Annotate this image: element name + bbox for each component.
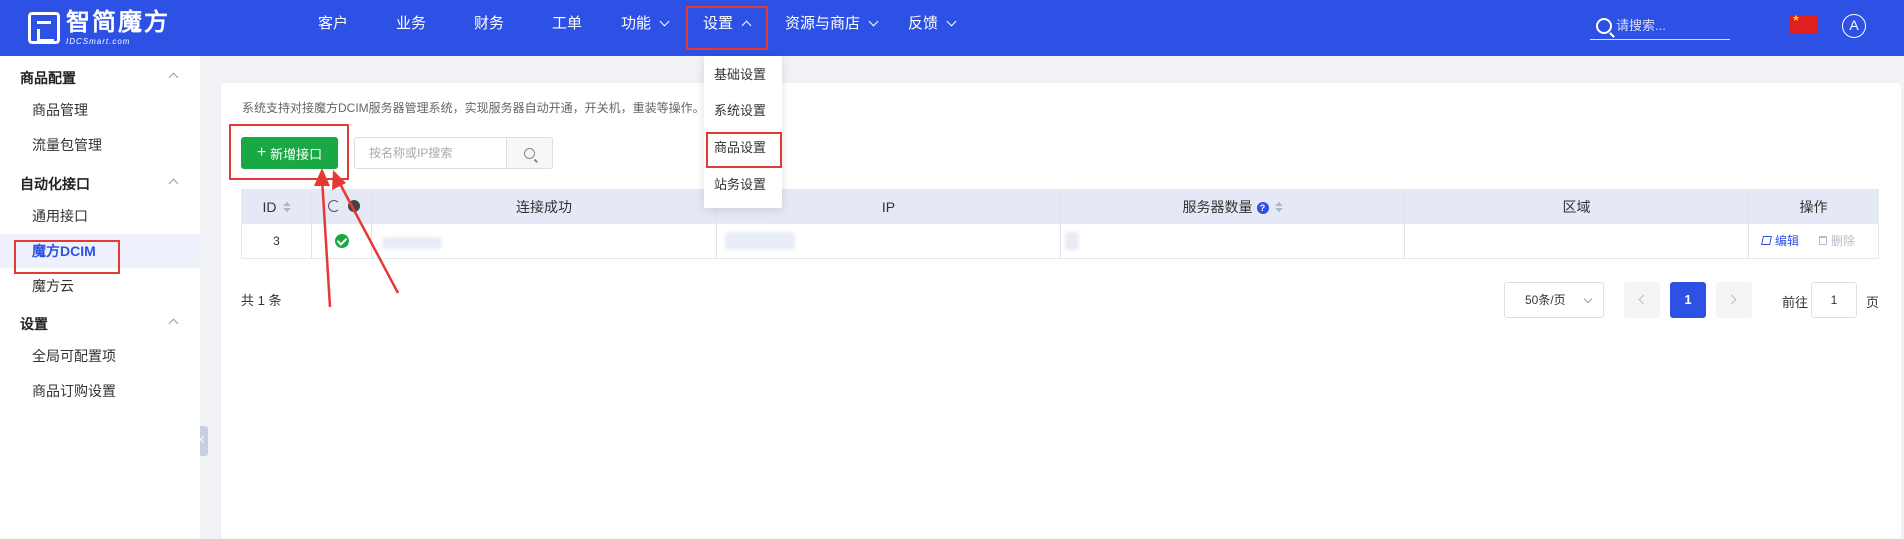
nav-feedback[interactable]: 反馈 — [908, 0, 957, 48]
edit-icon — [1761, 236, 1772, 245]
menu-item-system-settings[interactable]: 系统设置 — [704, 94, 782, 128]
sidebar-item-general-interface[interactable]: 通用接口 — [0, 199, 200, 233]
row-server-count — [1061, 224, 1405, 258]
sidebar-item-global-config[interactable]: 全局可配置项 — [0, 339, 200, 373]
row-ip — [717, 224, 1061, 258]
language-flag-icon[interactable] — [1790, 13, 1818, 34]
search-button[interactable] — [506, 137, 553, 169]
logo-icon — [28, 12, 60, 44]
table-row[interactable]: 3 编辑 删除 — [242, 224, 1878, 258]
column-header-tools — [312, 190, 372, 224]
nav-finance[interactable]: 财务 — [474, 0, 504, 48]
chevron-up-icon — [741, 20, 752, 31]
redacted-value — [1065, 232, 1079, 250]
chevron-down-icon — [659, 16, 670, 27]
refresh-icon[interactable] — [328, 200, 340, 212]
sort-icon[interactable] — [1274, 202, 1283, 214]
trash-icon — [1819, 236, 1827, 245]
delete-button[interactable]: 删除 — [1819, 224, 1855, 258]
chevron-left-icon — [1638, 294, 1649, 305]
row-id: 3 — [242, 224, 312, 258]
column-header-connected: 连接成功 — [372, 190, 717, 224]
menu-item-site-settings[interactable]: 站务设置 — [704, 168, 782, 202]
add-interface-button[interactable]: + 新增接口 — [241, 137, 338, 169]
table-header: ID 连接成功 IP 服务器数量? 区域 操作 — [242, 190, 1878, 224]
nav-functions[interactable]: 功能 — [621, 0, 670, 48]
page-size-select[interactable]: 50条/页 — [1504, 282, 1604, 318]
row-connected — [372, 224, 717, 258]
sidebar-item-product-management[interactable]: 商品管理 — [0, 93, 200, 127]
column-header-server-count[interactable]: 服务器数量? — [1061, 190, 1405, 224]
logo[interactable]: 智简魔方 IDCSmart.com — [28, 10, 170, 46]
search-input[interactable] — [354, 137, 507, 169]
chevron-down-icon — [1583, 294, 1593, 304]
page-number-current[interactable]: 1 — [1670, 282, 1706, 318]
gear-icon[interactable] — [348, 200, 360, 212]
column-header-actions: 操作 — [1799, 199, 1828, 215]
menu-item-product-settings[interactable]: 商品设置 — [704, 131, 782, 165]
sort-icon[interactable] — [282, 202, 291, 214]
menu-item-basic-settings[interactable]: 基础设置 — [704, 58, 782, 92]
search-icon — [524, 148, 535, 159]
chevron-up-icon[interactable] — [168, 178, 179, 189]
total-count: 共 1 条 — [241, 293, 282, 308]
nav-customers[interactable]: 客户 — [318, 0, 348, 48]
nav-business[interactable]: 业务 — [396, 0, 426, 48]
sidebar-group-automation-interface[interactable]: 自动化接口 — [20, 174, 90, 194]
logo-subtext: IDCSmart.com — [66, 36, 131, 46]
next-page-button[interactable] — [1716, 282, 1752, 318]
sidebar-collapse-handle[interactable] — [200, 426, 208, 456]
chevron-down-icon — [946, 16, 957, 27]
redacted-value — [725, 232, 795, 250]
edit-button[interactable]: 编辑 — [1761, 224, 1799, 258]
nav-tickets[interactable]: 工单 — [552, 0, 582, 48]
global-search-input[interactable] — [1616, 18, 1716, 33]
settings-dropdown-menu: 基础设置 系统设置 商品设置 站务设置 — [704, 56, 782, 208]
plus-icon: + — [256, 144, 267, 161]
chevron-down-icon — [868, 16, 879, 27]
top-navbar: 智简魔方 IDCSmart.com 客户 业务 财务 工单 功能 设置 资源与商… — [0, 0, 1904, 56]
goto-label: 前往 — [1782, 295, 1809, 310]
sidebar-group-product-config[interactable]: 商品配置 — [20, 68, 76, 88]
check-circle-icon — [335, 234, 349, 248]
chevron-right-icon — [1726, 294, 1737, 305]
global-search[interactable] — [1590, 12, 1730, 40]
goto-page-input[interactable] — [1811, 282, 1857, 318]
sidebar-item-cloud[interactable]: 魔方云 — [0, 269, 200, 303]
sidebar-item-dcim[interactable]: 魔方DCIM — [0, 234, 200, 268]
goto-suffix: 页 — [1866, 295, 1880, 310]
sidebar: 商品配置 商品管理 流量包管理 自动化接口 通用接口 魔方DCIM 魔方云 设置… — [0, 56, 200, 539]
avatar[interactable]: A — [1842, 14, 1866, 38]
row-status-cell — [312, 224, 372, 258]
nav-resources-store[interactable]: 资源与商店 — [785, 0, 879, 48]
redacted-value — [382, 237, 442, 249]
prev-page-button[interactable] — [1624, 282, 1660, 318]
sidebar-item-traffic-package[interactable]: 流量包管理 — [0, 128, 200, 162]
column-header-region: 区域 — [1405, 190, 1749, 224]
row-region — [1405, 224, 1749, 258]
chevron-up-icon[interactable] — [168, 72, 179, 83]
interface-table: ID 连接成功 IP 服务器数量? 区域 操作 3 编辑 删除 — [241, 189, 1879, 259]
nav-settings[interactable]: 设置 — [703, 0, 752, 48]
column-header-id[interactable]: ID — [242, 190, 312, 224]
logo-text: 智简魔方 — [66, 8, 170, 36]
page-description: 系统支持对接魔方DCIM服务器管理系统，实现服务器自动开通，开关机，重装等操作。 — [242, 101, 705, 115]
sidebar-group-settings[interactable]: 设置 — [20, 314, 48, 334]
sidebar-item-order-settings[interactable]: 商品订购设置 — [0, 374, 200, 408]
chevron-up-icon[interactable] — [168, 318, 179, 329]
help-icon[interactable]: ? — [1256, 202, 1269, 215]
search-icon — [1596, 17, 1612, 34]
